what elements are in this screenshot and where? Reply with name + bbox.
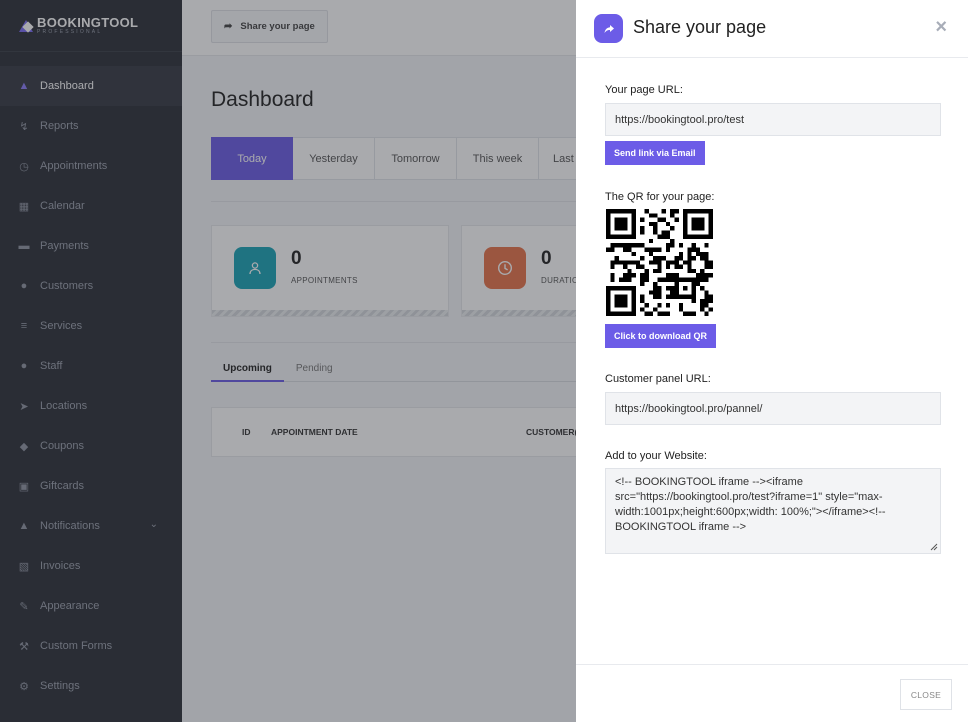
close-icon[interactable]: × xyxy=(935,17,947,37)
page-url-field[interactable]: https://bookingtool.pro/test xyxy=(605,103,941,136)
customer-panel-url-field[interactable]: https://bookingtool.pro/pannel/ xyxy=(605,392,941,425)
website-embed-label: Add to your Website: xyxy=(605,450,707,462)
drawer-title: Share your page xyxy=(633,17,767,37)
modal-backdrop[interactable] xyxy=(0,0,576,722)
share-page-drawer: Share your page × Your page URL: https:/… xyxy=(576,0,968,722)
download-qr-button[interactable]: Click to download QR xyxy=(605,324,717,348)
drawer-header: Share your page × xyxy=(576,0,968,58)
resize-handle-icon[interactable] xyxy=(929,542,938,551)
embed-code-textarea[interactable]: <!-- BOOKINGTOOL iframe --><iframe src="… xyxy=(605,468,941,554)
qr-code-image xyxy=(606,209,713,316)
page-url-label: Your page URL: xyxy=(605,84,683,96)
qr-label: The QR for your page: xyxy=(605,191,715,203)
embed-code: <!-- BOOKINGTOOL iframe --><iframe src="… xyxy=(615,476,886,533)
send-email-button[interactable]: Send link via Email xyxy=(605,141,705,165)
drawer-footer: CLOSE xyxy=(576,664,968,722)
share-icon xyxy=(594,14,623,43)
close-button[interactable]: CLOSE xyxy=(900,679,952,710)
customer-panel-label: Customer panel URL: xyxy=(605,373,711,385)
